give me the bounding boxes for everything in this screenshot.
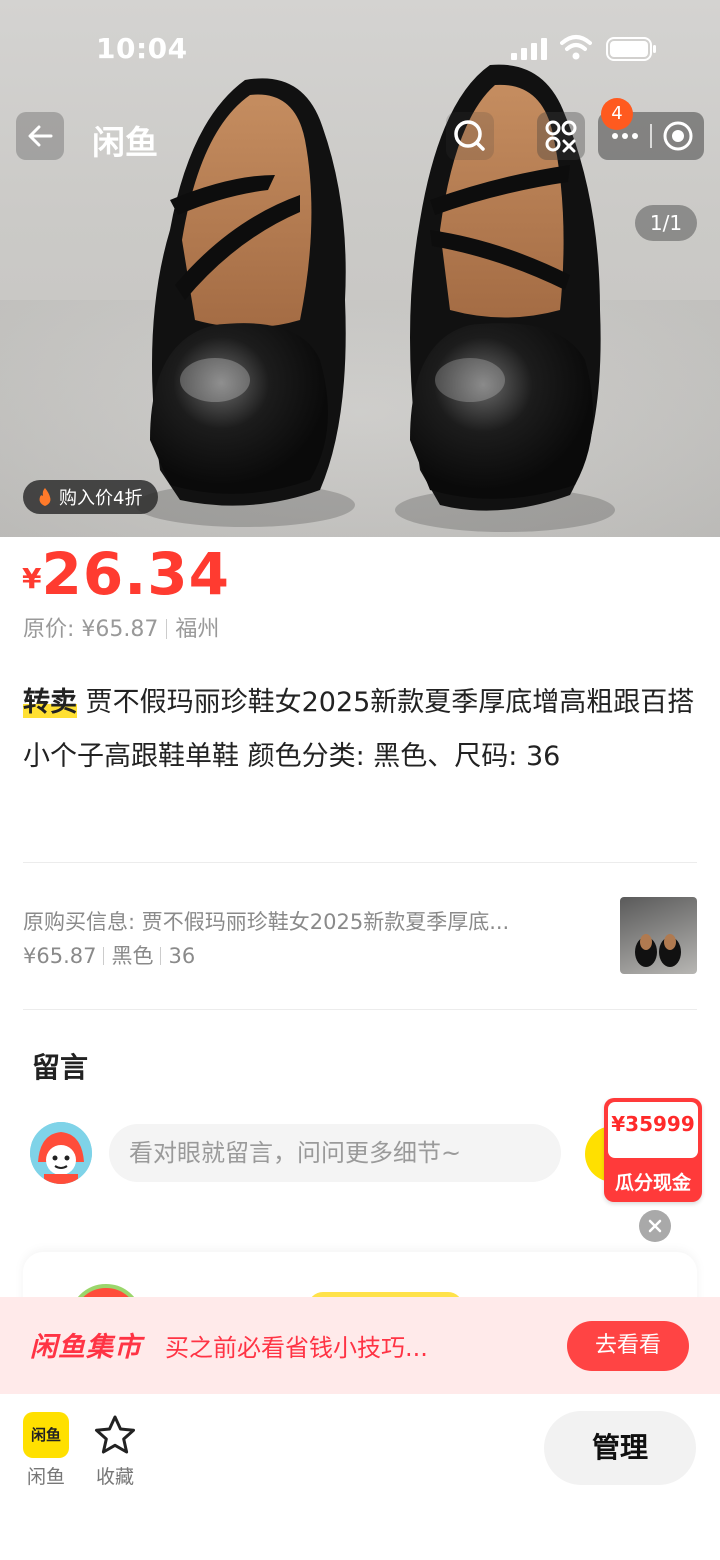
thumbnail-image [635,934,681,967]
divider [23,1009,697,1010]
original-purchase-size: 36 [168,944,196,968]
wifi-icon [560,35,592,60]
banner-message: 买之前必看省钱小技巧... [165,1334,428,1362]
comment-input[interactable]: 看对眼就留言，问问更多细节~ [109,1124,561,1182]
promo-label: 瓜分现金 [614,1172,691,1194]
product-title: 转卖 贾不假玛丽珍鞋女2025新款夏季厚底增高粗跟百搭小个子高跟鞋单鞋 颜色分类… [23,676,695,784]
discount-tag-text: 购入价4折 [59,488,143,509]
banner-go-button[interactable]: 去看看 [567,1321,689,1371]
nav-title: 闲鱼 [92,123,158,162]
discount-tag: 购入价4折 [23,480,159,514]
price-amount: 26.34 [41,540,230,608]
original-price: 原价: ¥65.87 [23,617,159,642]
avatar-image [30,1122,92,1184]
bottom-bar: 闲鱼 闲鱼 收藏 管理 [0,1394,720,1560]
star-icon[interactable] [93,1414,137,1456]
search-icon [454,120,485,151]
original-purchase-color: 黑色 [111,944,154,968]
product-title-text: 贾不假玛丽珍鞋女2025新款夏季厚底增高粗跟百搭小个子高跟鞋单鞋 颜色分类: 黑… [23,687,695,772]
original-purchase-specs: ¥65.87 黑色 36 [23,939,583,973]
current-price: ¥26.34 [22,545,230,603]
banner-brand: 闲鱼集市 [30,1332,142,1363]
signal-icon [511,38,547,60]
scan-button[interactable] [537,112,585,160]
arrow-left-icon [28,125,53,147]
original-purchase-thumbnail[interactable] [620,897,697,974]
original-purchase-price: ¥65.87 [23,944,97,968]
search-button[interactable] [446,112,494,160]
product-image-carousel[interactable]: 10:04 闲鱼 4 1/1 购入价4折 [0,0,720,537]
original-purchase-info[interactable]: 原购买信息: 贾不假玛丽珍鞋女2025新款夏季厚底... ¥65.87 黑色 36 [23,905,583,973]
close-miniprogram-icon[interactable] [661,119,695,153]
promo-close-button[interactable] [639,1210,671,1242]
comments-heading: 留言 [32,1051,89,1084]
original-purchase-label: 原购买信息: 贾不假玛丽珍鞋女2025新款夏季厚底... [23,910,510,934]
resale-tag: 转卖 [23,687,77,718]
scan-icon [545,120,577,153]
capsule-divider [650,124,652,148]
separator [103,947,105,965]
original-price-row: 原价: ¥65.87 福州 [23,611,219,643]
tab-favorite-label[interactable]: 收藏 [96,1462,134,1489]
currency-symbol: ¥ [22,562,42,595]
close-icon [648,1219,662,1233]
status-bar: 10:04 [0,0,720,96]
fire-icon [39,488,51,506]
user-avatar [30,1122,92,1184]
xianyu-logo-icon[interactable]: 闲鱼 [23,1412,69,1458]
back-button[interactable] [16,112,64,160]
image-page-indicator: 1/1 [635,205,697,241]
cash-promo-widget[interactable]: ¥35999 瓜分现金 [604,1098,702,1202]
separator [160,947,162,965]
promo-amount: ¥35999 [611,1112,695,1136]
divider [23,862,697,863]
manage-button[interactable]: 管理 [544,1411,696,1485]
status-time: 10:04 [96,32,188,65]
market-banner[interactable]: 闲鱼集市 买之前必看省钱小技巧... 去看看 [0,1297,720,1394]
location: 福州 [175,617,220,642]
notification-badge: 4 [601,98,633,130]
tab-xianyu-label[interactable]: 闲鱼 [27,1462,65,1489]
battery-icon [606,37,656,61]
separator [166,619,168,639]
